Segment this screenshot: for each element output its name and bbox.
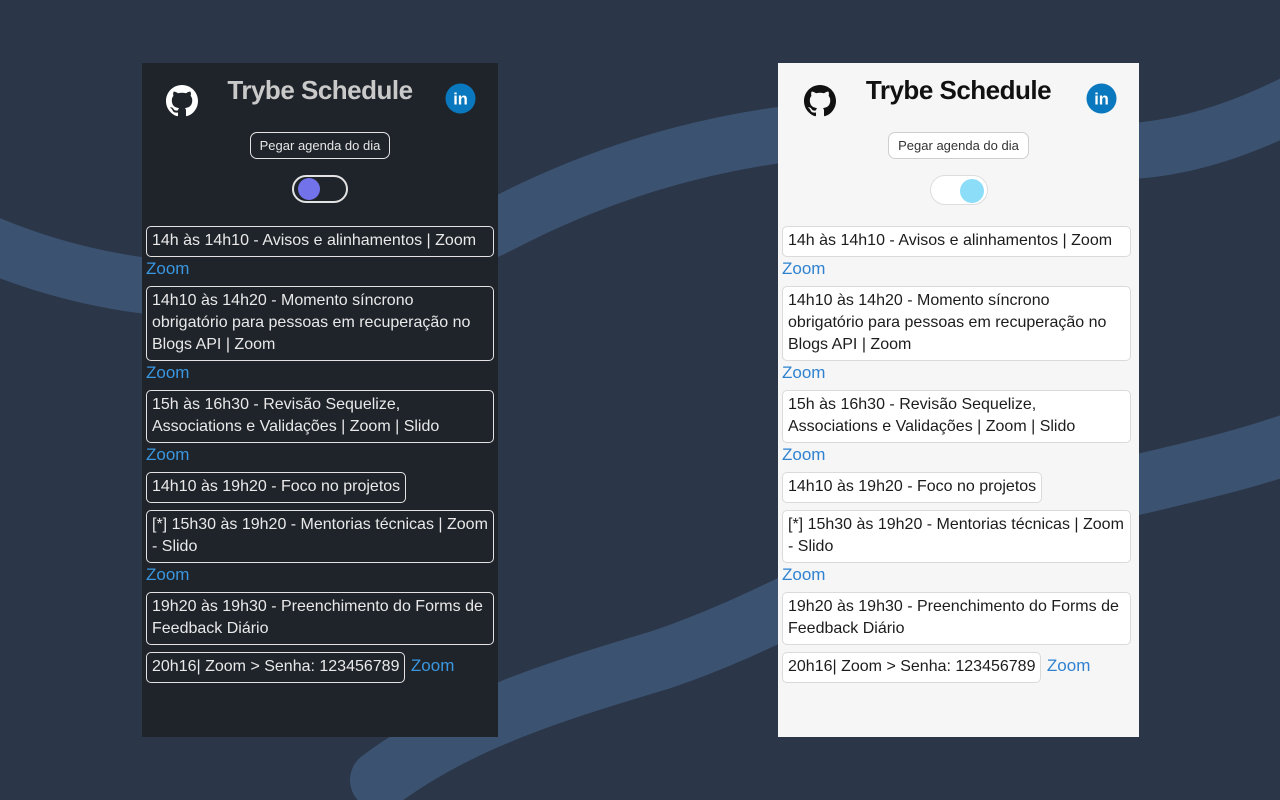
zoom-link[interactable]: Zoom [411,656,454,675]
event-text: 20h16| Zoom > Senha: 123456789 [782,652,1042,683]
linkedin-icon[interactable]: in [1086,83,1117,114]
schedule-item: 14h10 às 19h20 - Foco no projetos [146,472,494,503]
event-text: 19h20 às 19h30 - Preenchimento do Forms … [146,592,494,645]
schedule-item: 20h16| Zoom > Senha: 123456789 Zoom [146,652,494,683]
get-schedule-button[interactable]: Pegar agenda do dia [888,132,1029,159]
event-text: [*] 15h30 às 19h20 - Mentorias técnicas … [146,510,494,563]
event-text: [*] 15h30 às 19h20 - Mentorias técnicas … [782,510,1131,563]
toggle-knob [959,179,984,203]
schedule-item: 20h16| Zoom > Senha: 123456789 Zoom [782,652,1135,683]
schedule-item: 14h às 14h10 - Avisos e alinhamentos | Z… [782,226,1135,280]
linkedin-label: in [453,90,468,108]
zoom-link[interactable]: Zoom [146,258,494,280]
event-text: 14h10 às 14h20 - Momento síncrono obriga… [146,286,494,361]
app-title: Trybe Schedule [227,75,413,105]
schedule-item: 14h às 14h10 - Avisos e alinhamentos | Z… [146,226,494,280]
event-text: 15h às 16h30 - Revisão Sequelize, Associ… [782,390,1131,443]
dark-theme-panel: Trybe Schedule in Pegar agenda do dia 14… [142,63,498,737]
event-text: 14h10 às 19h20 - Foco no projetos [782,472,1043,503]
event-text: 14h10 às 19h20 - Foco no projetos [146,472,407,503]
schedule-item: 14h10 às 19h20 - Foco no projetos [782,472,1135,503]
zoom-link[interactable]: Zoom [782,564,1135,586]
event-text: 15h às 16h30 - Revisão Sequelize, Associ… [146,390,494,443]
panel-header: Trybe Schedule in [146,63,494,123]
event-text: 20h16| Zoom > Senha: 123456789 [146,652,406,683]
event-text: 14h às 14h10 - Avisos e alinhamentos | Z… [146,226,494,257]
schedule-item: [*] 15h30 às 19h20 - Mentorias técnicas … [146,510,494,586]
light-theme-panel: Trybe Schedule in Pegar agenda do dia 14… [778,63,1139,737]
schedule-list: 14h às 14h10 - Avisos e alinhamentos | Z… [146,226,494,683]
schedule-item: 14h10 às 14h20 - Momento síncrono obriga… [782,286,1135,384]
schedule-item: 19h20 às 19h30 - Preenchimento do Forms … [146,592,494,645]
get-schedule-button[interactable]: Pegar agenda do dia [249,132,391,159]
schedule-item: 15h às 16h30 - Revisão Sequelize, Associ… [782,390,1135,466]
schedule-item: 19h20 às 19h30 - Preenchimento do Forms … [782,592,1135,645]
event-text: 19h20 às 19h30 - Preenchimento do Forms … [782,592,1131,645]
app-title: Trybe Schedule [865,75,1052,105]
theme-toggle[interactable] [929,175,988,205]
theme-toggle[interactable] [292,175,348,203]
zoom-link[interactable]: Zoom [146,444,494,466]
event-text: 14h10 às 14h20 - Momento síncrono obriga… [782,286,1131,361]
zoom-link[interactable]: Zoom [146,564,494,586]
panel-header: Trybe Schedule in [782,63,1135,123]
schedule-item: [*] 15h30 às 19h20 - Mentorias técnicas … [782,510,1135,586]
schedule-item: 14h10 às 14h20 - Momento síncrono obriga… [146,286,494,384]
linkedin-icon[interactable]: in [445,83,476,114]
zoom-link[interactable]: Zoom [1047,656,1090,675]
zoom-link[interactable]: Zoom [782,362,1135,384]
zoom-link[interactable]: Zoom [782,444,1135,466]
toggle-knob [298,178,320,200]
linkedin-label: in [1094,90,1109,108]
event-text: 14h às 14h10 - Avisos e alinhamentos | Z… [782,226,1131,257]
schedule-list: 14h às 14h10 - Avisos e alinhamentos | Z… [782,226,1135,683]
zoom-link[interactable]: Zoom [782,258,1135,280]
schedule-item: 15h às 16h30 - Revisão Sequelize, Associ… [146,390,494,466]
zoom-link[interactable]: Zoom [146,362,494,384]
